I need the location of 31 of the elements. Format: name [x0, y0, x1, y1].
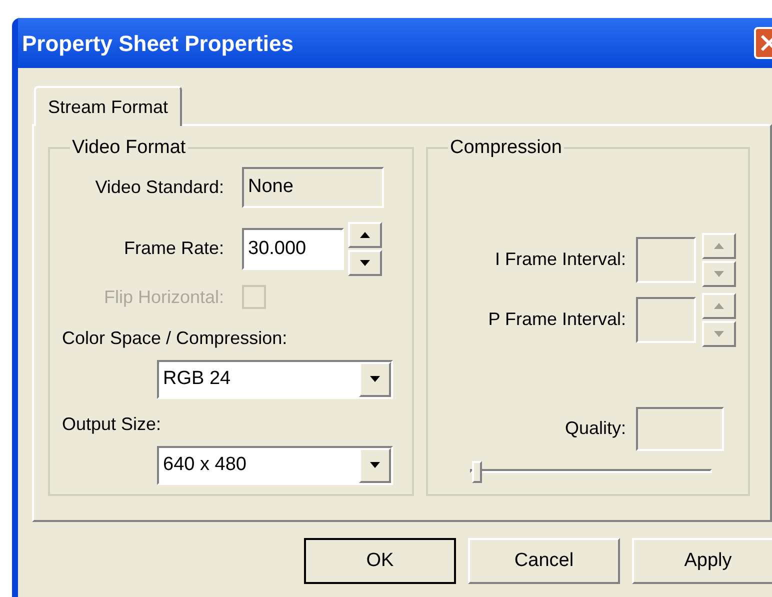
up-arrow-icon	[360, 232, 370, 238]
down-arrow-icon	[714, 270, 724, 276]
dialog-button[interactable]: OK	[304, 538, 456, 584]
down-arrow-icon	[360, 260, 370, 266]
video-standard-field: None	[242, 166, 384, 208]
dialog-button[interactable]: Apply	[632, 538, 772, 584]
field-label: Video Standard:	[94, 176, 225, 198]
dropdown-arrow-button[interactable]	[359, 362, 391, 396]
dropdown[interactable]: RGB 24	[157, 360, 393, 398]
spin-up-button[interactable]	[348, 222, 382, 248]
spin-down-button[interactable]	[348, 250, 382, 276]
up-arrow-icon	[714, 242, 724, 248]
dropdown-arrow-button[interactable]	[359, 448, 391, 482]
group-title: Video Format	[71, 136, 187, 160]
dropdown[interactable]: 640 x 480	[157, 446, 393, 484]
field-label: Flip Horizontal:	[102, 286, 225, 309]
field-label: Frame Rate:	[122, 237, 225, 260]
up-arrow-icon	[714, 302, 724, 308]
tab[interactable]: Stream Format	[34, 86, 182, 126]
field-label: Quality:	[564, 417, 627, 440]
down-arrow-icon	[370, 462, 380, 468]
field-label: Color Space / Compression:	[62, 326, 288, 350]
field-label: I Frame Interval:	[494, 248, 627, 271]
window-title: Property Sheet Properties	[22, 30, 294, 58]
down-arrow-icon	[714, 330, 724, 336]
field-label: P Frame Interval:	[487, 308, 627, 331]
frame-rate-field[interactable]: 30.000	[242, 228, 344, 270]
dialog-button[interactable]: Cancel	[468, 538, 620, 584]
group-title: Compression	[449, 136, 563, 160]
field-label: Output Size:	[62, 412, 162, 436]
down-arrow-icon	[370, 376, 380, 382]
